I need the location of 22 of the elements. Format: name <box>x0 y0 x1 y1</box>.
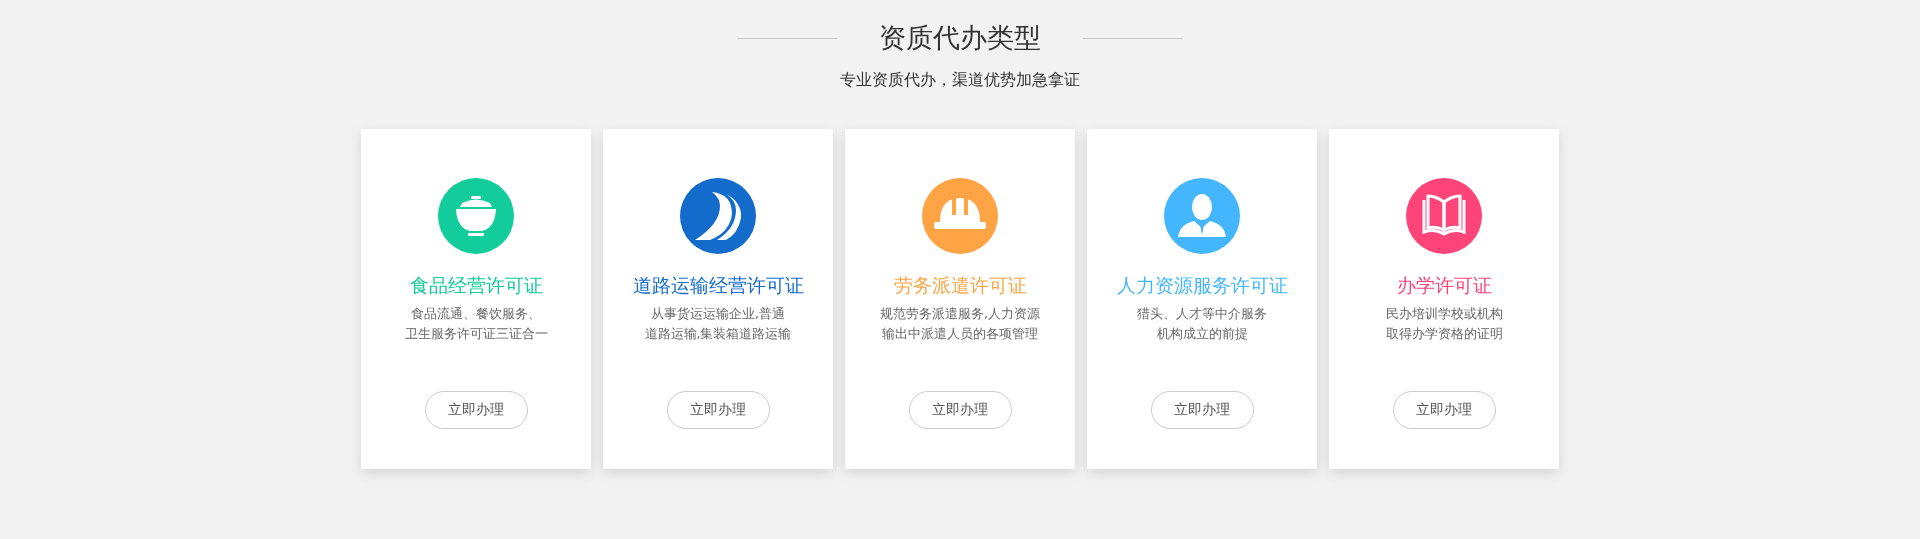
card-description: 机构成立的前提 <box>1156 325 1248 343</box>
card-title: 食品经营许可证 <box>409 273 543 298</box>
card-description: 输出中派遣人员的各项管理 <box>882 325 1038 343</box>
card-description: 道路运输,集装箱道路运输 <box>644 325 792 343</box>
card-description: 猎头、人才等中介服务 <box>1137 305 1267 323</box>
card-title: 道路运输经营许可证 <box>632 273 804 298</box>
card-description: 食品流通、餐饮服务、 <box>411 305 541 323</box>
card-description: 民办培训学校或机构 <box>1385 305 1503 323</box>
card-description: 规范劳务派遣服务,人力资源 <box>880 305 1040 323</box>
section-subtitle: 专业资质代办，渠道优势加急拿证 <box>840 69 1080 91</box>
apply-button[interactable]: 立即办理 <box>666 391 770 429</box>
card-title: 人力资源服务许可证 <box>1116 273 1288 298</box>
card-title: 办学许可证 <box>1396 273 1492 298</box>
apply-button[interactable]: 立即办理 <box>908 391 1012 429</box>
apply-button[interactable]: 立即办理 <box>1392 391 1496 429</box>
card-description: 从事货运运输企业,普通 <box>651 305 785 323</box>
card-description: 取得办学资格的证明 <box>1385 325 1503 343</box>
apply-button[interactable]: 立即办理 <box>424 391 528 429</box>
card-description: 卫生服务许可证三证合一 <box>404 325 548 343</box>
card-title: 劳务派遣许可证 <box>893 273 1027 298</box>
section-title: 资质代办类型 <box>879 21 1041 55</box>
apply-button[interactable]: 立即办理 <box>1150 391 1254 429</box>
